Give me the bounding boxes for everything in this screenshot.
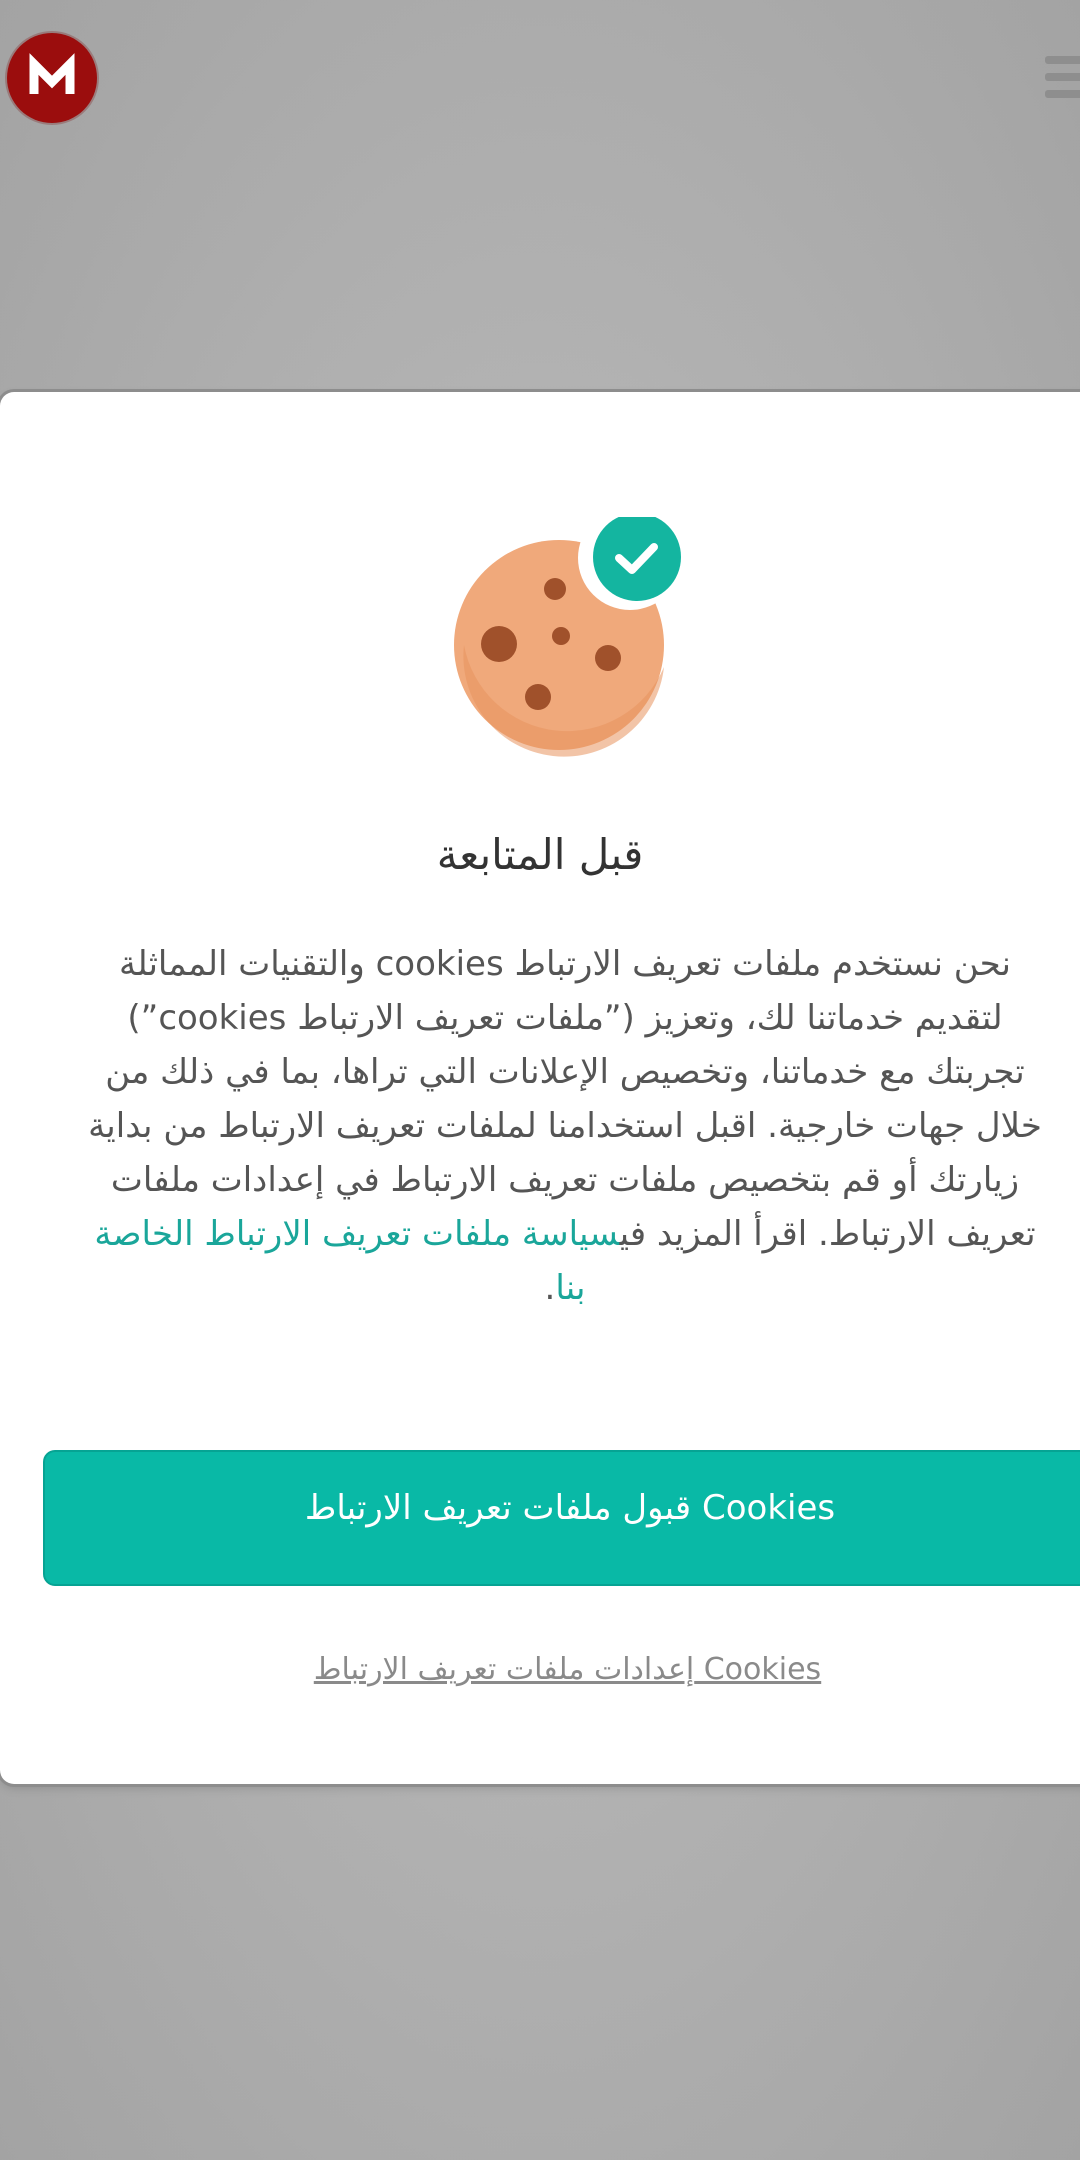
- dialog-body-text: نحن نستخدم ملفات تعريف الارتباط cookies …: [85, 937, 1045, 1315]
- cookie-with-check-icon: [454, 517, 682, 757]
- cookie-consent-dialog: قبل المتابعة نحن نستخدم ملفات تعريف الار…: [0, 392, 1080, 1784]
- mega-logo[interactable]: [7, 33, 97, 123]
- accept-cookies-label: قبول ملفات تعريف الارتباط Cookies: [304, 1488, 836, 1528]
- dialog-title: قبل المتابعة: [436, 830, 644, 879]
- body-text-end: .: [544, 1268, 556, 1308]
- body-text-main: نحن نستخدم ملفات تعريف الارتباط cookies …: [88, 944, 1042, 1254]
- accept-cookies-button[interactable]: قبول ملفات تعريف الارتباط Cookies: [43, 1450, 1080, 1586]
- hamburger-menu-icon[interactable]: [1045, 56, 1080, 108]
- cookie-settings-link[interactable]: إعدادات ملفات تعريف الارتباط Cookies: [0, 1652, 1080, 1687]
- cookie-policy-link[interactable]: سياسة ملفات تعريف الارتباط الخاصة بنا: [94, 1214, 619, 1308]
- mega-logo-icon: [29, 53, 75, 94]
